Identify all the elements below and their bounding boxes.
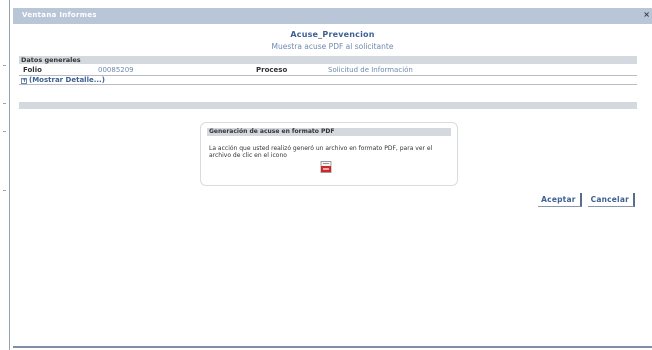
page-heading: Acuse_Prevencion Muestra acuse PDF al so… — [13, 30, 652, 51]
general-data-section: Datos generales Folio 00085209 Proceso S… — [19, 56, 637, 85]
pdf-icon[interactable] — [320, 161, 332, 173]
folio-value: 00085209 — [98, 66, 134, 74]
plus-icon[interactable]: + — [21, 78, 27, 84]
window-titlebar: Ventana Informes × — [13, 8, 652, 24]
pdf-panel-message: La acción que usted realizó generó un ar… — [209, 145, 433, 159]
dialog-buttons: Aceptar Cancelar — [538, 193, 635, 207]
cancel-button[interactable]: Cancelar — [587, 193, 635, 207]
window-bottom-border — [13, 346, 652, 348]
general-data-row: Folio 00085209 Proceso Solicitud de Info… — [19, 64, 637, 76]
left-border — [9, 0, 10, 350]
pdf-panel-title: Generación de acuse en formato PDF — [207, 128, 451, 136]
show-detail-toggle[interactable]: + (Mostrar Detalle...) — [19, 76, 637, 85]
process-value: Solicitud de Información — [328, 66, 413, 74]
section-divider — [19, 102, 637, 109]
page-title: Acuse_Prevencion — [290, 30, 375, 39]
page-subtitle: Muestra acuse PDF al solicitante — [271, 42, 394, 51]
show-detail-label[interactable]: (Mostrar Detalle...) — [29, 76, 105, 84]
process-label: Proceso — [256, 66, 288, 74]
section-title: Datos generales — [19, 56, 637, 64]
window-title: Ventana Informes — [22, 11, 97, 19]
close-icon[interactable]: × — [643, 10, 650, 19]
accept-button[interactable]: Aceptar — [538, 193, 582, 207]
folio-label: Folio — [23, 66, 42, 74]
pdf-generation-panel: Generación de acuse en formato PDF La ac… — [200, 122, 458, 186]
